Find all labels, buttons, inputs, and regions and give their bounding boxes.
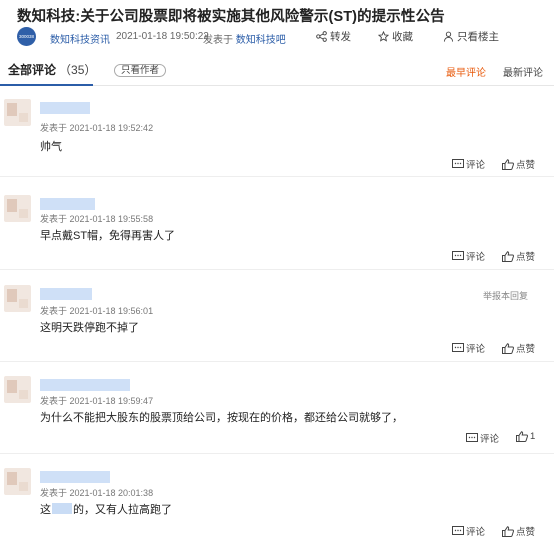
avatar[interactable]: [4, 195, 31, 222]
source-link[interactable]: 数知科技吧: [236, 35, 286, 46]
comment-time: 发表于 2021-01-18 19:59:47: [40, 396, 154, 406]
username[interactable]: [40, 102, 90, 114]
like-count: 1: [530, 431, 536, 442]
comment-item: 举报本回复 发表于 2021-01-18 19:56:01 这明天跌停跑不掉了 …: [0, 270, 554, 362]
comment-time: 发表于 2021-01-18 19:56:01: [40, 306, 154, 316]
person-icon: [443, 31, 454, 42]
thumbs-up-icon: [516, 431, 528, 442]
favorite-label: 收藏: [392, 31, 413, 43]
thumbs-up-icon: [502, 342, 514, 354]
username[interactable]: [40, 379, 130, 391]
comment-icon: [452, 158, 464, 168]
comment-time: 发表于 2021-01-18 19:52:42: [40, 123, 154, 133]
comment-icon: [452, 250, 464, 260]
article-header: 数知科技:关于公司股票即将被实施其他风险警示(ST)的提示性公告 300038 …: [0, 0, 554, 56]
report-button[interactable]: 举报本回复: [483, 289, 528, 302]
comment-text: 为什么不能把大股东的股票顶给公司，按现在的价格，都还给公司就够了，: [40, 412, 403, 424]
censored-text: [52, 503, 72, 514]
reply-button[interactable]: 评论: [452, 524, 485, 538]
only-host-button[interactable]: 只看楼主: [443, 29, 499, 44]
favorite-button[interactable]: 收藏: [378, 29, 413, 44]
comment-icon: [466, 432, 478, 442]
sort-earliest-button[interactable]: 最早评论: [446, 64, 486, 79]
like-button[interactable]: 点赞: [502, 249, 535, 263]
publish-time: 2021-01-18 19:50:22: [116, 31, 209, 42]
like-button[interactable]: 点赞: [502, 157, 535, 171]
only-host-label: 只看楼主: [457, 31, 499, 43]
like-button[interactable]: 点赞: [502, 524, 535, 538]
share-label: 转发: [330, 31, 351, 43]
avatar[interactable]: [4, 285, 31, 312]
article-title: 数知科技:关于公司股票即将被实施其他风险警示(ST)的提示性公告: [17, 9, 445, 25]
comment-text-end: 的，又有人拉高跑了: [73, 504, 172, 516]
comment-text: 这明天跌停跑不掉了: [40, 322, 139, 334]
comment-text-start: 这: [40, 504, 51, 516]
publish-source: 发表于 数知科技吧: [203, 31, 286, 46]
only-author-button[interactable]: 只看作者: [114, 64, 167, 77]
thumbs-up-icon: [502, 250, 514, 262]
thumbs-up-icon: [502, 525, 514, 537]
comment-item: 发表于 2021-01-18 20:01:38 这 的，又有人拉高跑了 评论 点赞: [0, 454, 554, 542]
avatar[interactable]: [4, 468, 31, 495]
comment-text: 帅气: [40, 141, 62, 153]
reply-button[interactable]: 评论: [466, 431, 499, 445]
username[interactable]: [40, 198, 95, 210]
reply-button[interactable]: 评论: [452, 249, 485, 263]
reply-label: 评论: [466, 160, 486, 171]
sort-newest-button[interactable]: 最新评论: [503, 64, 543, 79]
comment-icon: [452, 342, 464, 352]
like-button[interactable]: 1: [516, 431, 535, 442]
comment-text: 这 的，又有人拉高跑了: [40, 501, 172, 517]
like-label: 点赞: [516, 252, 536, 263]
comment-item: 发表于 2021-01-18 19:52:42 帅气 评论 点赞: [0, 86, 554, 177]
publish-from-label: 发表于: [203, 35, 233, 46]
reply-label: 评论: [466, 252, 486, 263]
share-icon: [316, 31, 327, 42]
comment-count: （35）: [59, 63, 97, 77]
tab-all-label: 全部评论: [8, 63, 57, 77]
comment-time: 发表于 2021-01-18 19:55:58: [40, 214, 154, 224]
like-label: 点赞: [516, 344, 536, 355]
avatar[interactable]: [4, 99, 31, 126]
comment-item: 发表于 2021-01-18 19:59:47 为什么不能把大股东的股票顶给公司…: [0, 362, 554, 454]
tab-all-comments[interactable]: 全部评论 （35）: [8, 61, 96, 78]
username[interactable]: [40, 288, 92, 300]
reply-button[interactable]: 评论: [452, 341, 485, 355]
reply-label: 评论: [466, 344, 486, 355]
like-button[interactable]: 点赞: [502, 341, 535, 355]
like-label: 点赞: [516, 527, 536, 538]
article-meta: 300038 数知科技资讯 2021-01-18 19:50:22 发表于 数知…: [17, 27, 547, 47]
reply-label: 评论: [466, 527, 486, 538]
star-icon: [378, 31, 389, 42]
reply-button[interactable]: 评论: [452, 157, 485, 171]
avatar[interactable]: [4, 376, 31, 403]
author-logo[interactable]: 300038: [17, 27, 36, 46]
comment-icon: [452, 525, 464, 535]
share-button[interactable]: 转发: [316, 29, 351, 44]
thumbs-up-icon: [502, 158, 514, 170]
comment-item: 发表于 2021-01-18 19:55:58 早点戴ST帽，免得再害人了 评论…: [0, 177, 554, 270]
reply-label: 评论: [480, 434, 500, 445]
comment-tabs: 全部评论 （35） 只看作者 最早评论 最新评论: [0, 56, 554, 86]
comment-text: 早点戴ST帽，免得再害人了: [40, 230, 176, 242]
comment-time: 发表于 2021-01-18 20:01:38: [40, 488, 154, 498]
author-name[interactable]: 数知科技资讯: [50, 31, 110, 46]
username[interactable]: [40, 471, 110, 483]
like-label: 点赞: [516, 160, 536, 171]
